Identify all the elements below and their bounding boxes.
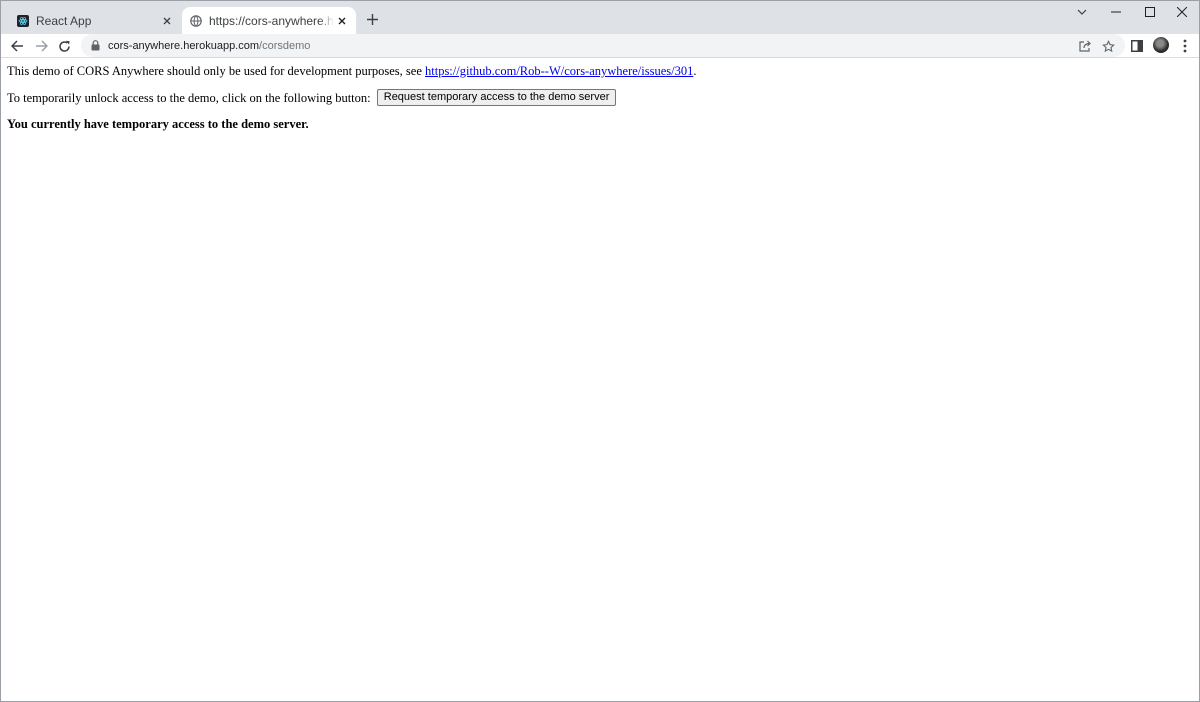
react-icon: [17, 14, 29, 27]
dev-notice-end: .: [693, 64, 697, 78]
close-tab-icon[interactable]: [334, 13, 350, 29]
minimize-button[interactable]: [1099, 1, 1133, 23]
profile-avatar[interactable]: [1153, 37, 1169, 53]
close-tab-icon[interactable]: [159, 13, 175, 29]
globe-icon: [190, 14, 202, 27]
chevron-down-icon: [1077, 9, 1087, 15]
address-url[interactable]: cors-anywhere.herokuapp.com/corsdemo: [108, 40, 310, 52]
back-button[interactable]: [7, 36, 27, 56]
close-window-button[interactable]: [1165, 1, 1199, 23]
forward-button[interactable]: [31, 36, 51, 56]
share-icon: [1078, 40, 1091, 52]
maximize-button[interactable]: [1133, 1, 1167, 23]
tab-strip: React App https://cors-anywhere.herokuap…: [1, 1, 1199, 34]
tab-search-button[interactable]: [1065, 1, 1099, 23]
tab-react-app[interactable]: React App: [9, 7, 181, 34]
browser-toolbar: cors-anywhere.herokuapp.com/corsdemo: [1, 34, 1199, 58]
reload-button[interactable]: [54, 36, 74, 56]
dev-notice-text: This demo of CORS Anywhere should only b…: [7, 64, 425, 78]
maximize-icon: [1145, 7, 1155, 17]
more-vertical-icon: [1183, 39, 1187, 53]
arrow-left-icon: [10, 40, 23, 52]
close-icon: [1177, 7, 1187, 17]
address-bar[interactable]: cors-anywhere.herokuapp.com/corsdemo: [81, 34, 1125, 57]
reload-icon: [58, 40, 70, 52]
side-panel-button[interactable]: [1127, 36, 1147, 56]
share-button[interactable]: [1075, 36, 1095, 56]
tab-cors-demo[interactable]: https://cors-anywhere.herokuapp.com/cors…: [182, 7, 356, 34]
url-host: cors-anywhere.herokuapp.com: [108, 39, 260, 52]
tab-title: https://cors-anywhere.herokuapp.com/cors…: [209, 13, 334, 28]
lock-icon[interactable]: [89, 40, 101, 52]
request-access-button[interactable]: Request temporary access to the demo ser…: [376, 89, 617, 106]
dev-notice: This demo of CORS Anywhere should only b…: [7, 63, 1187, 79]
tab-title: React App: [36, 13, 92, 28]
minimize-icon: [1111, 11, 1121, 13]
url-path: /corsdemo: [259, 39, 311, 52]
side-panel-icon: [1131, 40, 1143, 52]
new-tab-button[interactable]: [363, 10, 381, 28]
issue-link[interactable]: https://github.com/Rob--W/cors-anywhere/…: [425, 64, 693, 78]
unlock-text: To temporarily unlock access to the demo…: [7, 90, 374, 105]
menu-button[interactable]: [1175, 36, 1195, 56]
star-icon: [1101, 39, 1115, 52]
arrow-right-icon: [35, 40, 48, 52]
plus-icon: [366, 13, 378, 25]
unlock-instructions: To temporarily unlock access to the demo…: [7, 89, 1187, 106]
access-status: You currently have temporary access to t…: [7, 117, 309, 131]
page-content: This demo of CORS Anywhere should only b…: [7, 63, 1187, 142]
bookmark-button[interactable]: [1098, 36, 1118, 56]
